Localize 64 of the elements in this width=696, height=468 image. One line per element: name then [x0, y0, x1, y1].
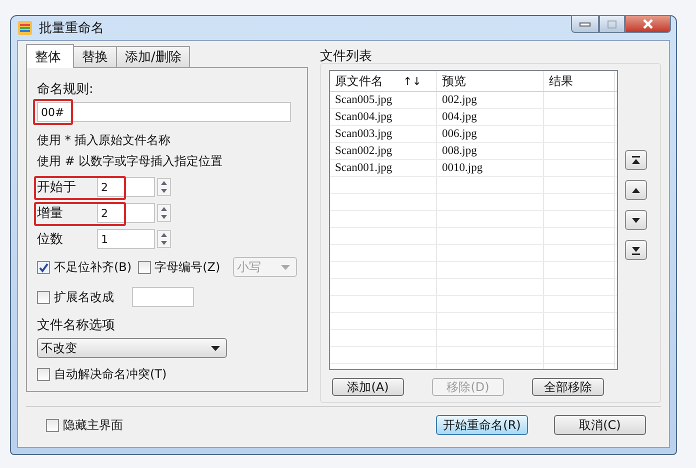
minimize-button[interactable]	[571, 15, 599, 33]
spinner-label: 开始于	[37, 179, 77, 196]
up-arrow-icon	[631, 186, 641, 194]
table-cell: Scan002.jpg	[330, 143, 437, 159]
down-arrow-icon	[631, 216, 641, 224]
dialog-button[interactable]: 取消(C)	[554, 415, 646, 435]
column-header[interactable]: 结果	[544, 71, 615, 91]
table-cell: 002.jpg	[437, 92, 544, 108]
sort-arrows[interactable]: ↑↓	[403, 74, 422, 88]
move-bottom-button[interactable]	[625, 240, 647, 260]
spinner-label: 位数	[37, 231, 64, 248]
highlight-frame	[33, 99, 73, 125]
close-icon	[641, 19, 655, 29]
column-header[interactable]: 原文件名 ↑↓	[330, 71, 437, 91]
number-field[interactable]: 2	[97, 203, 155, 223]
check-icon	[38, 262, 49, 272]
tab[interactable]: 添加/删除	[116, 46, 190, 67]
number-field[interactable]: 1	[97, 229, 155, 249]
table-cell: Scan005.jpg	[330, 92, 437, 108]
rule-label: 命名规则:	[37, 81, 94, 98]
close-button[interactable]	[625, 15, 671, 33]
maximize-button[interactable]	[599, 15, 625, 33]
minimize-icon	[579, 21, 591, 27]
column-header[interactable]: 预览	[437, 71, 544, 91]
number-field[interactable]: 2	[97, 177, 155, 197]
table-cell: Scan004.jpg	[330, 109, 437, 125]
pad-checkbox[interactable]: 不足位补齐(B)	[37, 258, 132, 276]
hide-main-checkbox[interactable]: 隐藏主界面	[46, 416, 123, 434]
spinner-label: 增量	[37, 205, 64, 222]
move-down-button[interactable]	[625, 210, 647, 230]
move-top-button[interactable]	[625, 150, 647, 170]
table-cell: Scan003.jpg	[330, 126, 437, 142]
hint-text: 使用 * 插入原始文件名称	[37, 132, 172, 149]
app-icon	[17, 20, 33, 36]
window-title: 批量重命名	[39, 20, 104, 37]
table-cell: 0010.jpg	[437, 160, 544, 176]
move-up-button[interactable]	[625, 180, 647, 200]
dropdown-arrow-icon	[281, 264, 290, 270]
table-cell: Scan001.jpg	[330, 160, 437, 176]
spin-arrows[interactable]	[157, 178, 171, 196]
hint-text: 使用 # 以数字或字母插入指定位置	[37, 153, 224, 170]
auto-resolve-checkbox[interactable]: 自动解决命名冲突(T)	[37, 366, 297, 383]
letter-checkbox[interactable]: 字母编号(Z)	[138, 258, 220, 276]
list-button[interactable]: 添加(A)	[332, 378, 404, 396]
rule-field[interactable]: 00#	[37, 102, 291, 122]
file-list[interactable]: 原文件名 ↑↓ 预览 结果 Scan005.jpg 002.jpg Scan004.jpg 004.jpg Scan003.jpg 006.jpg Scan002.jpg 008.jpg Scan001.jpg 0010.jpg	[329, 70, 618, 370]
spin-arrows[interactable]	[157, 230, 171, 248]
group-title: 文件列表	[320, 48, 373, 65]
extension-checkbox[interactable]: 扩展名改成	[37, 288, 114, 306]
table-cell: 006.jpg	[437, 126, 544, 142]
name-option-dropdown[interactable]: 不改变	[37, 338, 227, 358]
dropdown-arrow-icon	[211, 346, 220, 350]
tab[interactable]: 替换	[73, 46, 117, 67]
table-cell: 008.jpg	[437, 143, 544, 159]
extension-field[interactable]	[132, 287, 194, 307]
table-cell: 004.jpg	[437, 109, 544, 125]
move-top-icon	[631, 156, 641, 164]
tab[interactable]: 整体	[26, 44, 74, 68]
maximize-icon	[607, 20, 617, 28]
list-button[interactable]: 全部移除	[532, 378, 604, 396]
name-option-label: 文件名称选项	[37, 317, 116, 334]
move-bottom-icon	[631, 246, 641, 254]
spin-arrows[interactable]	[157, 204, 171, 222]
dialog-button[interactable]: 开始重命名(R)	[436, 415, 528, 435]
